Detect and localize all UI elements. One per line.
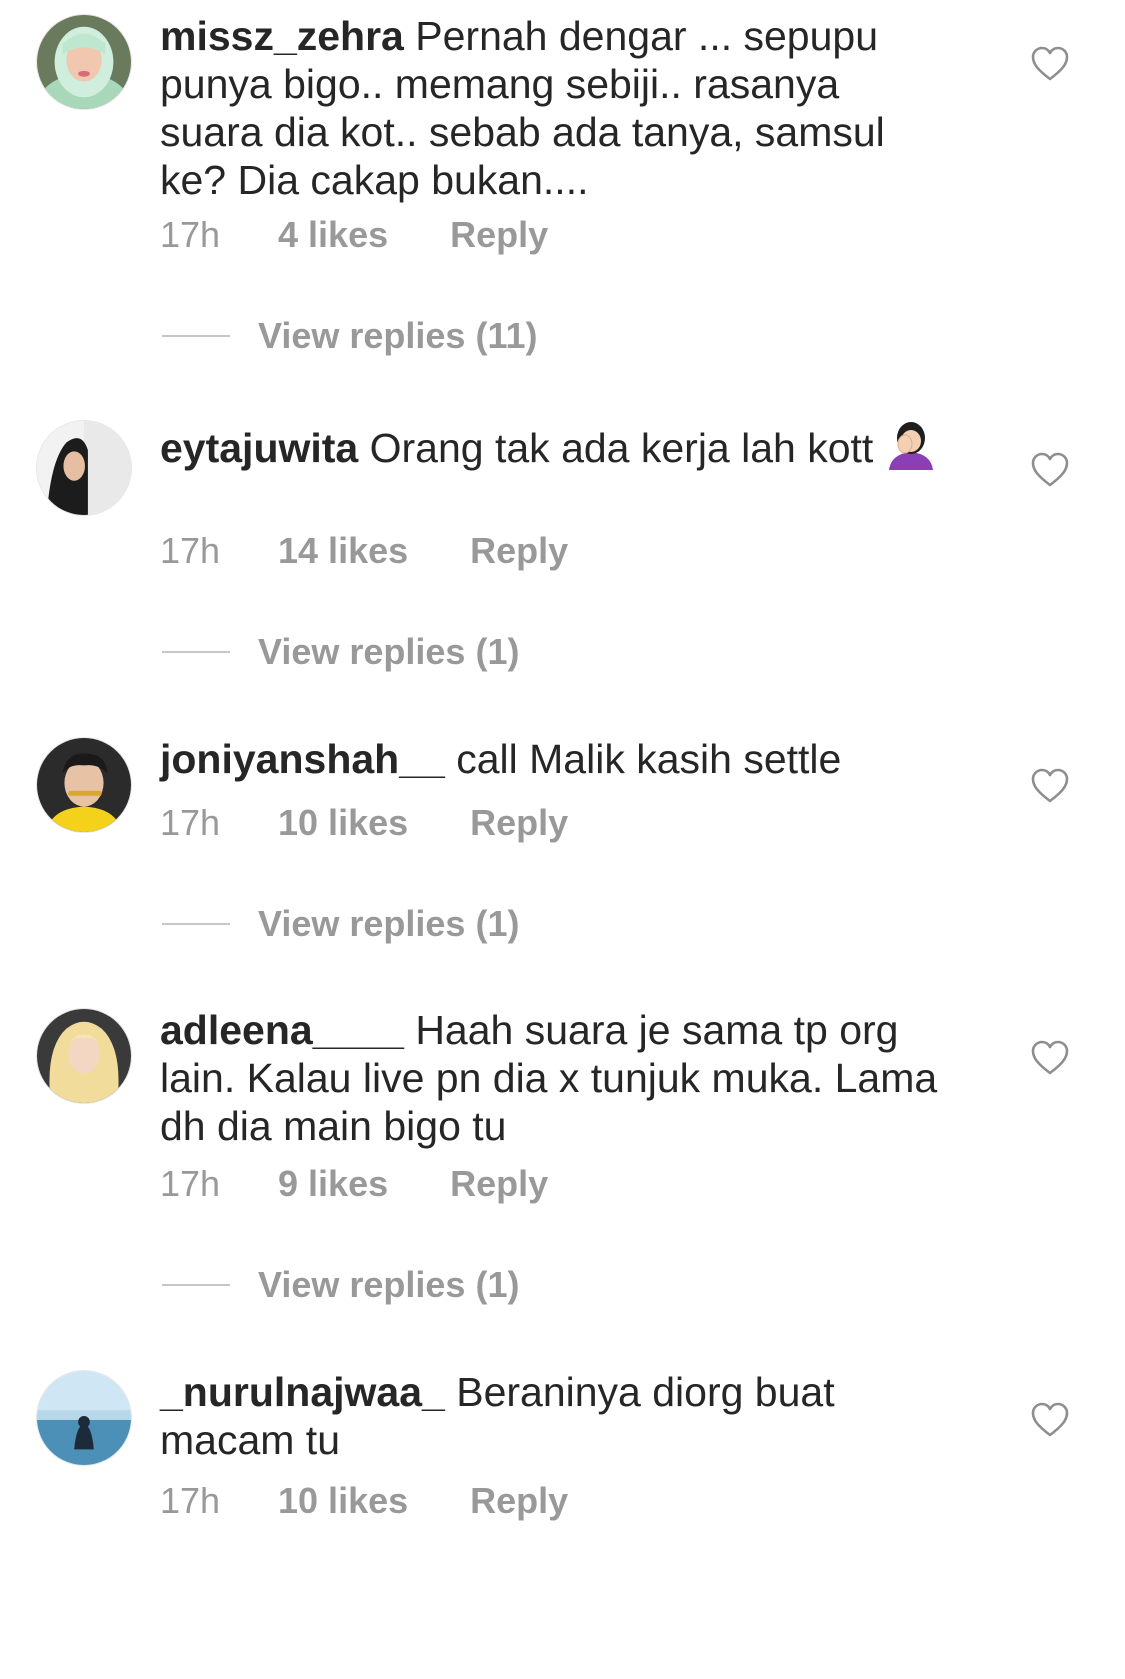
replies-divider	[162, 923, 230, 925]
view-replies-button[interactable]: View replies (1)	[162, 630, 519, 674]
comment-username[interactable]: joniyanshah__	[160, 736, 445, 782]
view-replies-label: View replies (1)	[258, 631, 520, 672]
heart-outline-icon[interactable]	[1030, 44, 1070, 84]
view-replies-button[interactable]: View replies (1)	[162, 902, 519, 946]
comment-likes[interactable]: 4 likes	[278, 214, 388, 256]
avatar[interactable]	[36, 1370, 132, 1466]
comment-likes[interactable]: 9 likes	[278, 1163, 388, 1205]
view-replies-label: View replies (1)	[258, 1264, 520, 1305]
heart-outline-icon[interactable]	[1030, 1038, 1070, 1078]
view-replies-label: View replies (11)	[258, 315, 538, 356]
reply-button[interactable]: Reply	[470, 530, 568, 572]
replies-divider	[162, 335, 230, 337]
comment-text: adleena____ Haah suara je sama tp org la…	[160, 1006, 940, 1150]
comment-body: Orang tak ada kerja lah kott	[369, 425, 874, 471]
comment-username[interactable]: eytajuwita	[160, 425, 358, 471]
comment-likes[interactable]: 10 likes	[278, 1480, 408, 1522]
woman-facepalming-emoji	[885, 418, 937, 470]
comment-username[interactable]: _nurulnajwaa_	[160, 1369, 445, 1415]
view-replies-button[interactable]: View replies (1)	[162, 1263, 519, 1307]
comment-meta: 17h 10 likes Reply	[160, 802, 568, 844]
heart-outline-icon[interactable]	[1030, 766, 1070, 806]
comment-text: missz_zehra Pernah dengar ... sepupu pun…	[160, 12, 940, 204]
comment-text: _nurulnajwaa_ Beraninya diorg buat macam…	[160, 1368, 940, 1464]
comment-likes[interactable]: 10 likes	[278, 802, 408, 844]
reply-button[interactable]: Reply	[470, 1480, 568, 1522]
avatar[interactable]	[36, 737, 132, 833]
comment-meta: 17h 9 likes Reply	[160, 1163, 548, 1205]
comment-text: joniyanshah__ call Malik kasih settle	[160, 735, 940, 783]
comment-likes[interactable]: 14 likes	[278, 530, 408, 572]
reply-button[interactable]: Reply	[450, 1163, 548, 1205]
view-replies-button[interactable]: View replies (11)	[162, 314, 538, 358]
comment-time: 17h	[160, 214, 221, 255]
avatar[interactable]	[36, 1008, 132, 1104]
avatar[interactable]	[36, 420, 132, 516]
comment-time: 17h	[160, 1480, 221, 1521]
reply-button[interactable]: Reply	[470, 802, 568, 844]
comment-meta: 17h 14 likes Reply	[160, 530, 568, 572]
comment-meta: 17h 10 likes Reply	[160, 1480, 568, 1522]
comment-username[interactable]: adleena____	[160, 1007, 404, 1053]
heart-outline-icon[interactable]	[1030, 450, 1070, 490]
comment-text: eytajuwita Orang tak ada kerja lah kott	[160, 418, 940, 472]
avatar[interactable]	[36, 14, 132, 110]
comment-body: call Malik kasih settle	[456, 736, 842, 782]
comment-time: 17h	[160, 530, 221, 571]
comment-username[interactable]: missz_zehra	[160, 13, 404, 59]
reply-button[interactable]: Reply	[450, 214, 548, 256]
view-replies-label: View replies (1)	[258, 903, 520, 944]
comment-time: 17h	[160, 802, 221, 843]
replies-divider	[162, 651, 230, 653]
comment-time: 17h	[160, 1163, 221, 1204]
comment-meta: 17h 4 likes Reply	[160, 214, 548, 256]
heart-outline-icon[interactable]	[1030, 1400, 1070, 1440]
replies-divider	[162, 1284, 230, 1286]
